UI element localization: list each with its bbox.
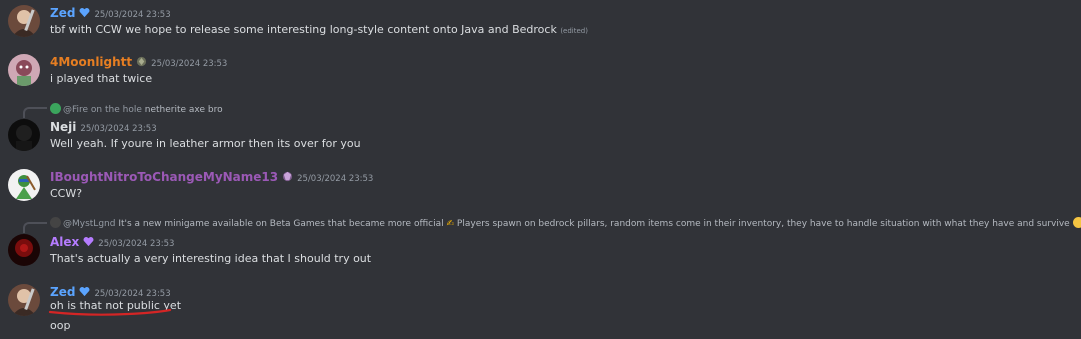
hand-emoji-icon: ✍ — [446, 219, 455, 229]
reply-text: It's a new minigame available on Beta Ga… — [118, 219, 444, 229]
author-name[interactable]: Zed 25/03/2024 23:53 — [50, 6, 171, 20]
red-underline-annotation — [48, 309, 172, 316]
avatar[interactable] — [8, 234, 40, 266]
author-name[interactable]: Alex 25/03/2024 23:53 — [50, 235, 174, 249]
timestamp: 25/03/2024 23:53 — [94, 289, 171, 299]
avatar[interactable] — [8, 284, 40, 316]
reply-preview[interactable]: @Fire on the hole netherite axe bro — [50, 103, 223, 115]
reply-text-2: Players spawn on bedrock pillars, random… — [456, 219, 1070, 229]
author-name[interactable]: IBoughtNitroToChangeMyName13 25/03/2024 2… — [50, 170, 373, 184]
role-badge-icon — [283, 171, 293, 182]
reply-preview[interactable]: @MystLgnd It's a new minigame available … — [50, 217, 1081, 229]
heart-badge-icon — [79, 7, 90, 18]
message-text-continuation: oop — [50, 319, 71, 332]
avatar[interactable] — [8, 54, 40, 86]
author-name[interactable]: Zed 25/03/2024 23:53 — [50, 285, 171, 299]
message-text: CCW? — [50, 187, 83, 200]
edited-label: (edited) — [560, 27, 588, 35]
avatar[interactable] — [8, 169, 40, 201]
message-text: i played that twice — [50, 72, 153, 85]
heart-badge-icon — [83, 236, 94, 247]
reply-spine — [23, 222, 47, 233]
timestamp: 25/03/2024 23:53 — [151, 59, 228, 69]
message-text: tbf with CCW we hope to release some int… — [50, 23, 588, 36]
author-name[interactable]: 4Moonlightt 25/03/2024 23:53 — [50, 55, 227, 69]
timestamp: 25/03/2024 23:53 — [98, 239, 175, 249]
avatar[interactable] — [8, 5, 40, 37]
reply-author[interactable]: @MystLgnd — [63, 219, 115, 229]
reply-avatar — [50, 217, 61, 228]
timestamp: 25/03/2024 23:53 — [94, 10, 171, 20]
reply-avatar — [50, 103, 61, 114]
role-badge-icon — [137, 56, 147, 67]
author-name[interactable]: Neji 25/03/2024 23:53 — [50, 120, 157, 134]
reply-author[interactable]: @Fire on the hole — [63, 105, 142, 115]
timestamp: 25/03/2024 23:53 — [297, 174, 374, 184]
smile-emoji-icon — [1072, 217, 1081, 228]
reply-text: netherite axe bro — [144, 105, 223, 115]
message-text: That's actually a very interesting idea … — [50, 252, 372, 265]
message-text: Well yeah. If youre in leather armor the… — [50, 137, 361, 150]
avatar[interactable] — [8, 119, 40, 151]
reply-spine — [23, 107, 47, 118]
heart-badge-icon — [79, 286, 90, 297]
timestamp: 25/03/2024 23:53 — [80, 124, 157, 134]
